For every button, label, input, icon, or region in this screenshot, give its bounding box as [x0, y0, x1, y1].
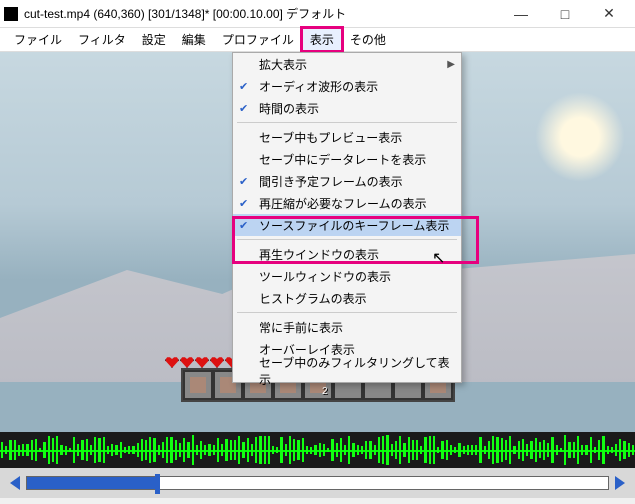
menu-item-label: オーディオ波形の表示 [259, 78, 378, 95]
menu-item-label: セーブ中もプレビュー表示 [259, 129, 402, 146]
menu-item-label: 再圧縮が必要なフレームの表示 [259, 195, 427, 212]
titlebar: cut-test.mp4 (640,360) [301/1348]* [00:0… [0, 0, 635, 28]
menu-item-label: ヒストグラムの表示 [259, 290, 367, 307]
sword-icon [190, 377, 206, 393]
menu-item-label: ツールウィンドウの表示 [259, 268, 391, 285]
app-icon [4, 7, 18, 21]
menu-item-label: セーブ中にデータレートを表示 [259, 151, 426, 168]
menu-item-ツールウィンドウの表示[interactable]: ツールウィンドウの表示 [233, 265, 461, 287]
check-icon: ✔ [239, 175, 248, 188]
video-viewport: 拡大表示 ▶ ✔ オーディオ波形の表示 ✔ 時間の表示セーブ中もプレビュー表示セーブ中にデ… [0, 52, 635, 432]
window-title: cut-test.mp4 (640,360) [301/1348]* [00:0… [24, 5, 499, 22]
menu-item-ヒストグラムの表示[interactable]: ヒストグラムの表示 [233, 287, 461, 309]
menu-item-label: 時間の表示 [259, 100, 319, 117]
heart-icon [210, 356, 224, 368]
menu-item-label: 間引き予定フレームの表示 [259, 173, 403, 190]
sun-graphic [535, 92, 625, 182]
menu-item-再生ウインドウの表示[interactable]: 再生ウインドウの表示 [233, 243, 461, 265]
timeline-prev-button[interactable] [10, 476, 20, 490]
heart-icon [195, 356, 209, 368]
menu-表示[interactable]: 表示 [302, 28, 342, 51]
menu-item-拡大表示[interactable]: 拡大表示 ▶ [233, 53, 461, 75]
menu-item-オーディオ波形の表示[interactable]: ✔ オーディオ波形の表示 [233, 75, 461, 97]
menu-item-セーブ中のみフィルタリングして表示[interactable]: セーブ中のみフィルタリングして表示 [233, 360, 461, 382]
menu-item-label: 再生ウインドウの表示 [259, 246, 379, 263]
maximize-button[interactable]: □ [543, 0, 587, 28]
check-icon: ✔ [239, 80, 248, 93]
menu-item-ソースファイルのキーフレーム表示[interactable]: ✔ ソースファイルのキーフレーム表示 [233, 214, 461, 236]
check-icon: ✔ [239, 102, 248, 115]
submenu-arrow-icon: ▶ [447, 59, 455, 70]
menu-フィルタ[interactable]: フィルタ [70, 28, 134, 51]
menu-item-label: ソースファイルのキーフレーム表示 [259, 217, 449, 234]
menu-item-常に手前に表示[interactable]: 常に手前に表示 [233, 316, 461, 338]
menu-item-時間の表示[interactable]: ✔ 時間の表示 [233, 97, 461, 119]
timeline-track[interactable] [26, 476, 609, 490]
heart-icon [180, 356, 194, 368]
timeline-thumb[interactable] [155, 474, 160, 494]
timeline-next-button[interactable] [615, 476, 625, 490]
menubar: ファイルフィルタ設定編集プロファイル表示その他 [0, 28, 635, 52]
menu-プロファイル[interactable]: プロファイル [214, 28, 302, 51]
timeline [0, 468, 635, 498]
check-icon: ✔ [239, 197, 248, 210]
view-menu-dropdown: 拡大表示 ▶ ✔ オーディオ波形の表示 ✔ 時間の表示セーブ中もプレビュー表示セーブ中にデ… [232, 52, 462, 383]
menu-item-label: セーブ中のみフィルタリングして表示 [259, 354, 451, 388]
close-button[interactable]: ✕ [587, 0, 631, 28]
menu-item-セーブ中もプレビュー表示[interactable]: セーブ中もプレビュー表示 [233, 126, 461, 148]
menu-編集[interactable]: 編集 [174, 28, 214, 51]
mouse-cursor-icon: ↖ [432, 248, 445, 268]
hotbar-slot[interactable] [183, 370, 213, 400]
menu-item-label: 拡大表示 [259, 56, 307, 73]
heart-icon [165, 356, 179, 368]
audio-waveform[interactable] [0, 432, 635, 468]
menu-ファイル[interactable]: ファイル [6, 28, 70, 51]
minimize-button[interactable]: — [499, 0, 543, 28]
menu-item-セーブ中にデータレートを表示[interactable]: セーブ中にデータレートを表示 [233, 148, 461, 170]
menu-item-label: 常に手前に表示 [259, 319, 343, 336]
check-icon: ✔ [239, 219, 248, 232]
menu-設定[interactable]: 設定 [134, 28, 174, 51]
menu-item-再圧縮が必要なフレームの表示[interactable]: ✔ 再圧縮が必要なフレームの表示 [233, 192, 461, 214]
menu-item-間引き予定フレームの表示[interactable]: ✔ 間引き予定フレームの表示 [233, 170, 461, 192]
menu-その他[interactable]: その他 [342, 28, 394, 51]
